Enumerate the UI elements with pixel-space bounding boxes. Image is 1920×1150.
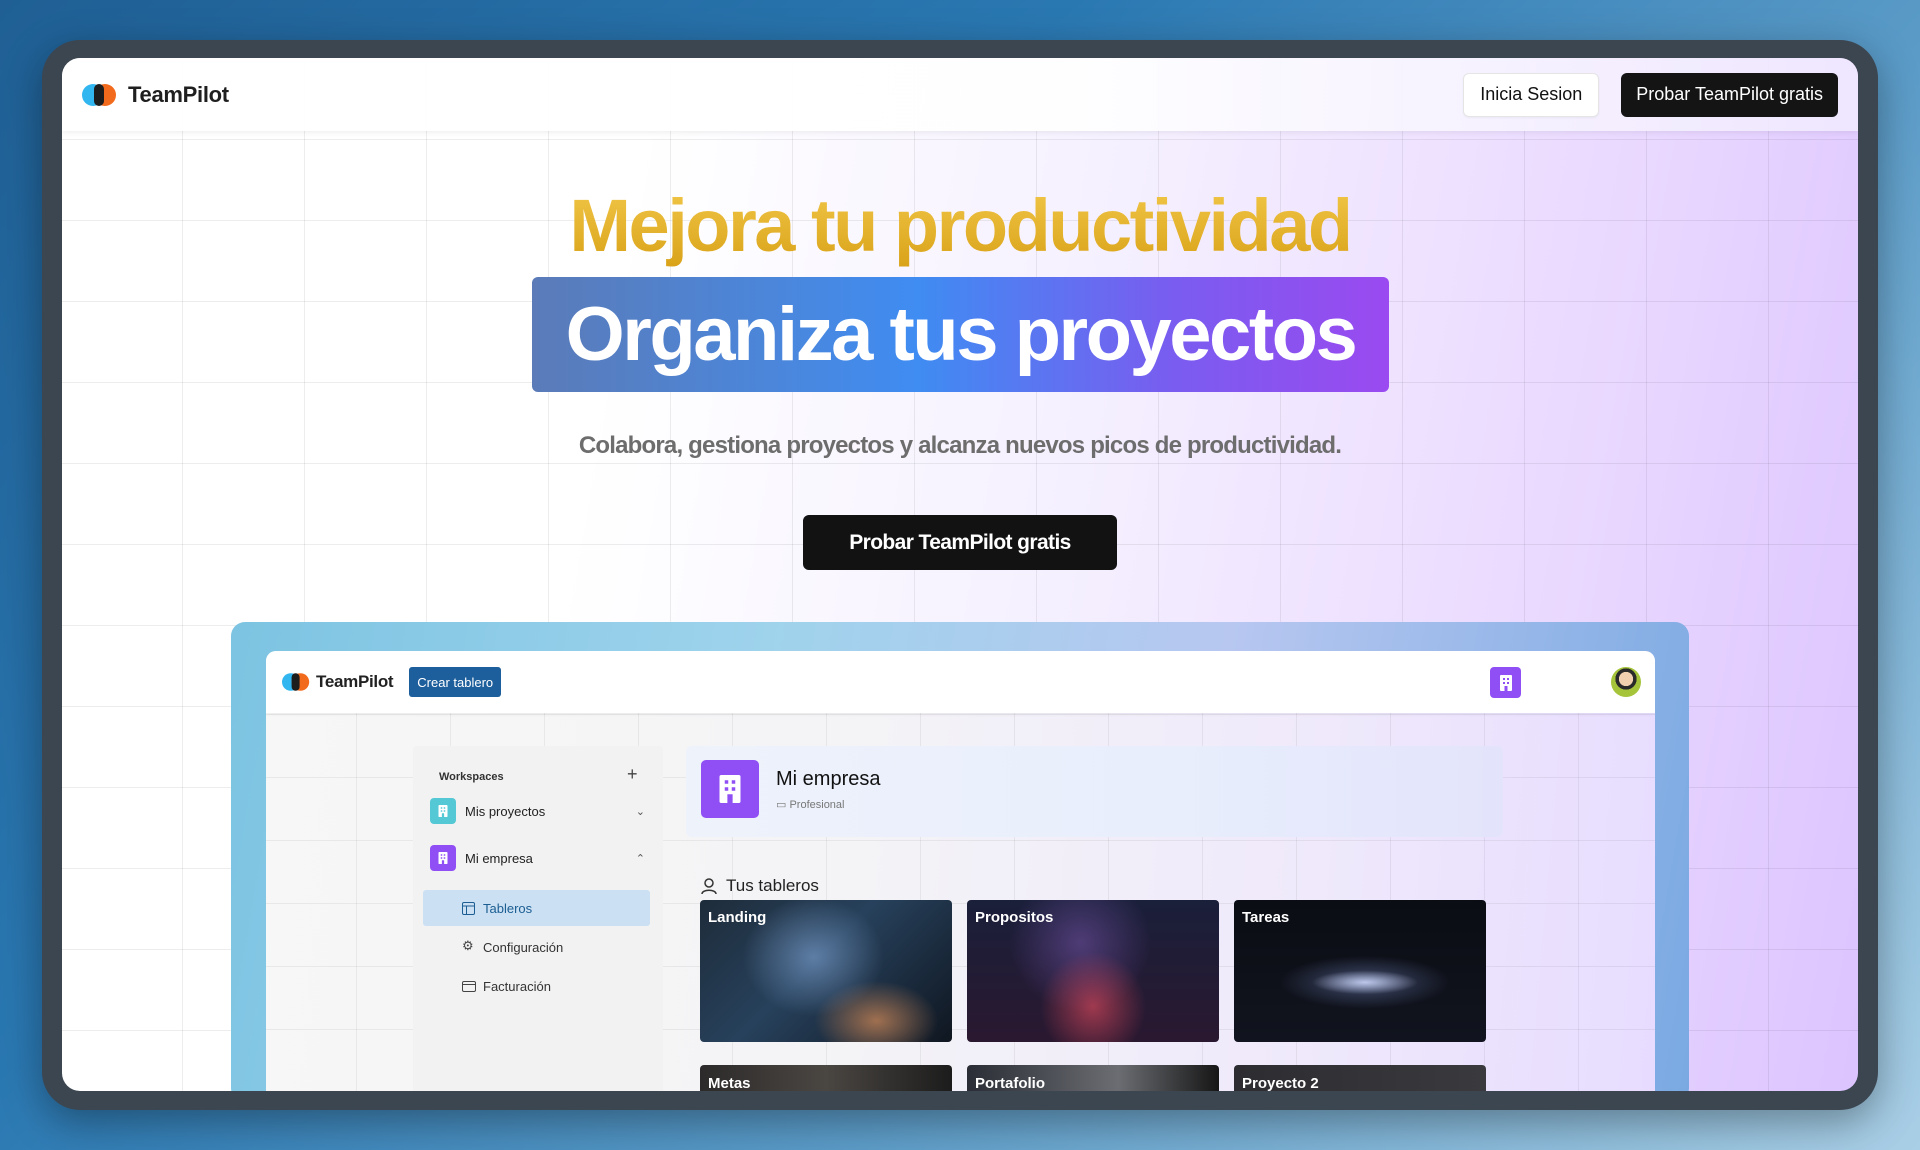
board-title: Landing: [708, 909, 767, 926]
building-icon: [430, 845, 456, 871]
user-icon: [701, 878, 717, 895]
sidebar-subitem-label: Tableros: [483, 900, 533, 916]
landing-page: TeamPilot Inicia Sesion Probar TeamPilot…: [62, 58, 1858, 1091]
board-title: Metas: [708, 1075, 751, 1091]
board-icon: [462, 902, 475, 915]
building-icon: [430, 798, 456, 824]
brand-logo[interactable]: TeamPilot: [82, 82, 229, 108]
user-avatar[interactable]: [1611, 667, 1641, 697]
sidebar-item-label: Mis proyectos: [465, 803, 546, 819]
logo-icon: [82, 83, 118, 107]
hero-title: Mejora tu productividad: [62, 183, 1858, 268]
login-button[interactable]: Inicia Sesion: [1463, 72, 1600, 117]
board-card-proyecto-2[interactable]: Proyecto 2: [1234, 1065, 1486, 1091]
sidebar-item-mis-proyectos[interactable]: Mis proyectos ⌄: [430, 796, 650, 826]
create-board-button[interactable]: Crear tablero: [409, 667, 502, 697]
board-title: Tareas: [1242, 909, 1290, 926]
board-card-metas[interactable]: Metas: [700, 1065, 952, 1091]
workspace-plan-label: Profesional: [789, 799, 845, 811]
sidebar-subitem-label: Facturación: [483, 978, 551, 994]
board-card-propositos[interactable]: Propositos: [967, 900, 1219, 1042]
try-free-nav-button[interactable]: Probar TeamPilot gratis: [1621, 72, 1838, 117]
gear-icon: ⚙: [462, 938, 474, 953]
sidebar-subitem-configuracion[interactable]: ⚙ Configuración: [423, 929, 650, 965]
hero-highlight-band: Organiza tus proyectos: [532, 277, 1389, 392]
app-logo-icon: [282, 672, 310, 691]
hero-subtitle: Colabora, gestiona proyectos y alcanza n…: [578, 432, 1342, 459]
workspace-switch-button[interactable]: [1490, 667, 1521, 698]
card-icon: ▭: [776, 799, 790, 811]
chevron-down-icon: ⌄: [635, 805, 645, 818]
top-nav: TeamPilot Inicia Sesion Probar TeamPilot…: [62, 58, 1858, 131]
sidebar: Workspaces + Mis proyectos ⌄ Mi empresa …: [413, 746, 663, 1091]
card-icon: [462, 981, 476, 992]
hero-band-text: Organiza tus proyectos: [565, 292, 1358, 377]
board-card-landing[interactable]: Landing: [700, 900, 952, 1042]
workspace-name: Mi empresa: [776, 768, 881, 790]
sidebar-item-label: Mi empresa: [465, 850, 533, 866]
building-icon: [701, 760, 759, 818]
brand-name: TeamPilot: [128, 81, 229, 107]
add-workspace-button[interactable]: +: [627, 764, 638, 785]
chevron-up-icon: ⌃: [635, 852, 645, 865]
workspace-plan: ▭ Profesional: [776, 798, 845, 811]
sidebar-subitem-label: Configuración: [483, 939, 564, 955]
sidebar-item-mi-empresa[interactable]: Mi empresa ⌃: [430, 843, 650, 873]
app-brand-name: TeamPilot: [316, 672, 394, 691]
board-title: Portafolio: [975, 1075, 1045, 1091]
board-title: Proyecto 2: [1242, 1075, 1319, 1091]
workspace-header-card: Mi empresa ▭ Profesional: [686, 746, 1503, 837]
try-free-hero-button[interactable]: Probar TeamPilot gratis: [803, 515, 1117, 570]
boards-heading: Tus tableros: [700, 876, 819, 896]
board-title: Propositos: [975, 909, 1054, 926]
sidebar-subitem-facturacion[interactable]: Facturación: [423, 968, 650, 1004]
sidebar-heading: Workspaces: [439, 771, 504, 783]
building-icon: [1499, 674, 1512, 691]
app-preview: TeamPilot Crear tablero Workspaces + Mis…: [266, 651, 1655, 1091]
sidebar-subitem-tableros[interactable]: Tableros: [423, 890, 650, 926]
board-card-tareas[interactable]: Tareas: [1234, 900, 1486, 1042]
board-card-portafolio[interactable]: Portafolio: [967, 1065, 1219, 1091]
app-top-nav: TeamPilot Crear tablero: [266, 651, 1655, 713]
boards-heading-label: Tus tableros: [726, 876, 819, 895]
